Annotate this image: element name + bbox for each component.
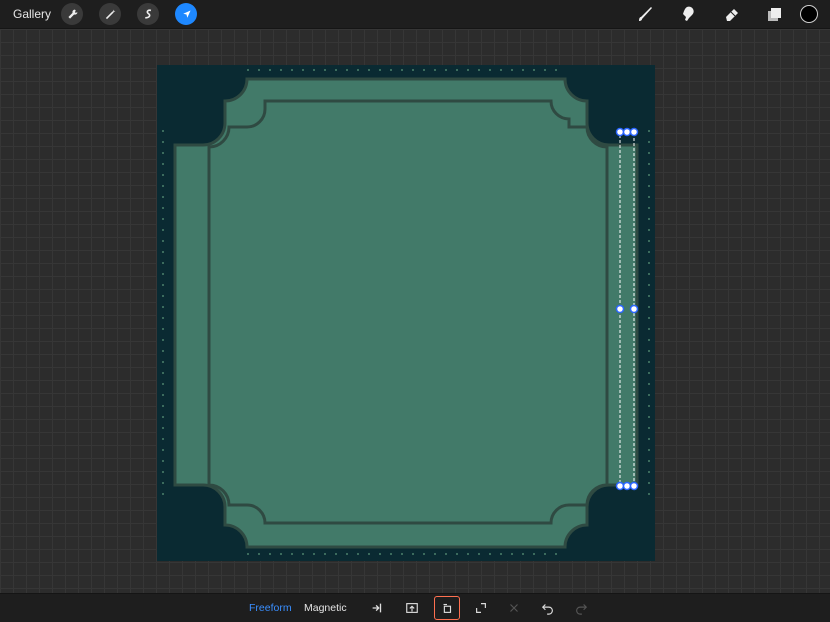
bottom-toolbar: Freeform Magnetic	[0, 593, 830, 622]
magnetic-mode-button[interactable]: Magnetic	[304, 602, 347, 614]
transform-handle	[615, 481, 625, 491]
eraser-icon[interactable]	[722, 4, 742, 24]
layers-icon[interactable]	[764, 4, 784, 24]
transform-handle	[615, 127, 625, 137]
artwork-canvas[interactable]	[157, 65, 655, 561]
undo-icon[interactable]	[536, 597, 560, 619]
redo-icon	[569, 597, 593, 619]
gallery-button[interactable]: Gallery	[13, 7, 51, 21]
top-toolbar: Gallery	[0, 0, 830, 29]
wrench-icon[interactable]	[61, 3, 83, 25]
brush-icon[interactable]	[636, 4, 656, 24]
transform-handle	[629, 127, 639, 137]
selection-icon[interactable]	[137, 3, 159, 25]
magic-wand-icon[interactable]	[99, 3, 121, 25]
transform-handle	[629, 304, 639, 314]
rotate-icon[interactable]	[434, 596, 460, 620]
color-picker-swatch[interactable]	[800, 5, 818, 23]
transform-handle	[622, 127, 632, 137]
fit-screen-icon[interactable]	[469, 597, 493, 619]
outer-frame	[173, 77, 639, 549]
flip-icon[interactable]	[400, 597, 424, 619]
freeform-mode-button[interactable]: Freeform	[249, 602, 292, 614]
snap-icon[interactable]	[365, 597, 389, 619]
smudge-icon[interactable]	[679, 4, 699, 24]
transform-handle	[615, 304, 625, 314]
transform-arrow-icon[interactable]	[175, 3, 197, 25]
transform-handle	[622, 481, 632, 491]
transform-handle	[629, 481, 639, 491]
reset-icon	[502, 597, 526, 619]
